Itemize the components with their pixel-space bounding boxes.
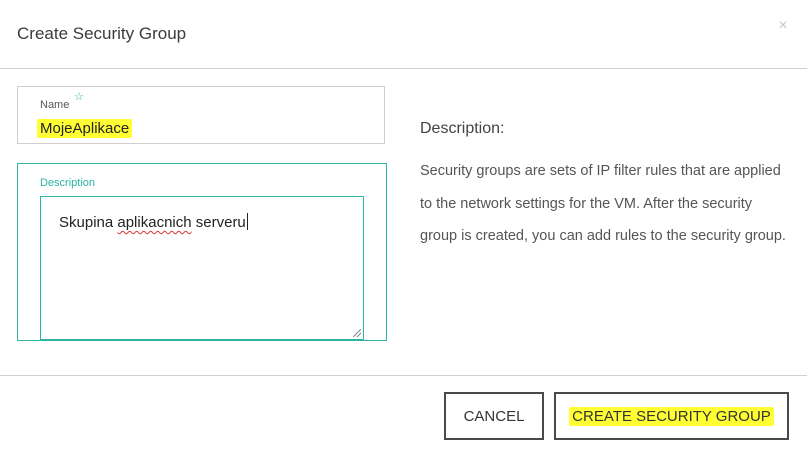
info-text: Security groups are sets of IP filter ru… <box>420 163 786 244</box>
text-caret <box>246 213 248 230</box>
info-heading: Description: <box>420 120 505 137</box>
star-icon: ☆ <box>74 91 84 103</box>
name-field[interactable]: Name ☆ MojeAplikace <box>17 86 385 144</box>
description-text-part2: serveru <box>191 214 246 231</box>
resize-grip-icon[interactable] <box>353 329 361 337</box>
description-field: Description Skupina aplikacnich serveru <box>17 163 387 341</box>
footer-divider <box>0 375 807 376</box>
name-input[interactable]: MojeAplikace <box>37 119 133 138</box>
cancel-button[interactable]: CANCEL <box>444 392 544 440</box>
description-textarea[interactable]: Skupina aplikacnich serveru <box>40 196 364 340</box>
create-security-group-dialog: Create Security Group × Name ☆ MojeAplik… <box>0 0 807 458</box>
header-divider <box>0 68 807 69</box>
dialog-title: Create Security Group <box>17 24 187 43</box>
create-button-label: CREATE SECURITY GROUP <box>569 406 774 426</box>
misspelled-word: aplikacnich <box>117 214 192 231</box>
description-text-part1: Skupina <box>59 214 118 231</box>
cancel-button-label: CANCEL <box>463 407 525 425</box>
description-label: Description <box>40 177 96 189</box>
create-security-group-button[interactable]: CREATE SECURITY GROUP <box>554 392 789 440</box>
name-label: Name <box>40 99 70 111</box>
close-icon[interactable]: × <box>776 18 790 34</box>
description-text: Skupina aplikacnich serveru <box>59 213 248 231</box>
